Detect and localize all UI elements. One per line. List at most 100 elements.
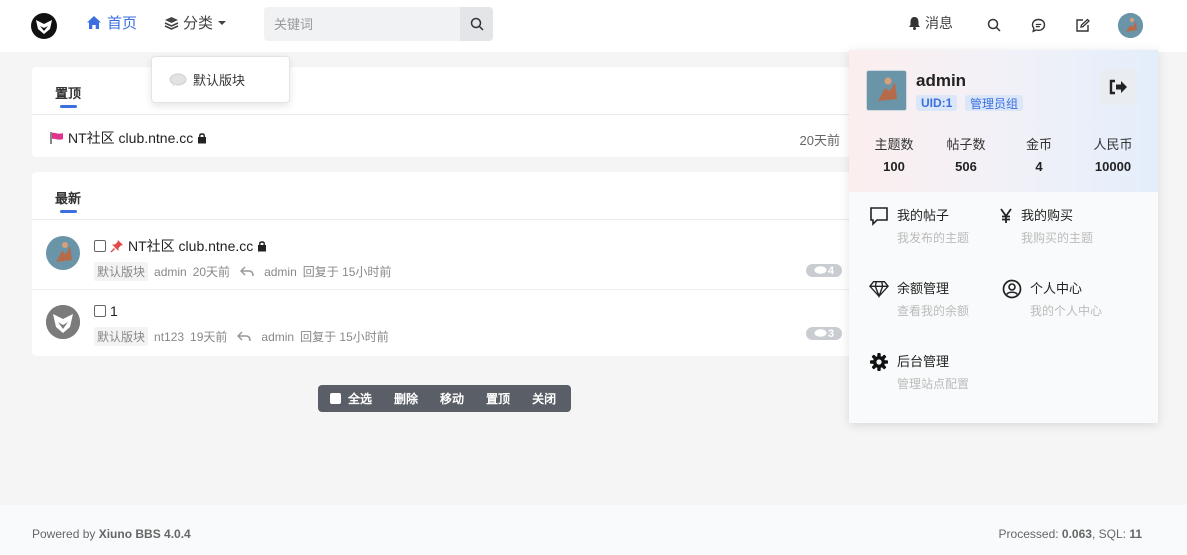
header-user-avatar[interactable] [1118,13,1143,38]
yen-icon [999,206,1013,226]
user-panel-avatar[interactable] [866,70,907,111]
moderation-toolbar: 全选 删除 移动 置顶 关闭 [318,385,571,412]
footer-processed: Processed: 0.063, SQL: 11 [999,527,1142,541]
select-all-checkbox[interactable] [330,393,341,404]
menu-my-posts[interactable]: 我的帖子我发布的主题 [869,205,969,246]
menu-title: 我的购买 [1021,208,1074,223]
footer-powered-prefix: Powered by [32,527,99,541]
flag-icon [50,132,63,144]
reply-count-badge: 3 [806,327,842,340]
top-navbar: 首页 分类 消息 [0,0,1187,52]
latest-threads-card: 最新 NT社区 club.ntne.cc 默认版块 admin 20天前 adm… [32,172,862,356]
tab-active-indicator [60,105,77,108]
sticky-thread-row[interactable]: NT社区 club.ntne.cc [50,128,207,148]
thread-forum-tag[interactable]: 默认版块 [94,327,149,346]
reply-icon [237,331,252,342]
stat-threads: 主题数 100 [864,134,924,174]
user-panel-username[interactable]: admin [916,71,966,91]
table-row: NT社区 club.ntne.cc 默认版块 admin 20天前 admin … [32,220,862,290]
user-popover-panel: admin UID:1 管理员组 主题数 100 帖子数 506 金币 4 人民币 10… [849,50,1158,423]
thread-author[interactable]: nt123 [154,330,184,344]
thread-author-avatar[interactable] [46,236,80,270]
thread-last-reply-time: 回复于 15小时前 [302,265,392,279]
lock-icon [198,133,207,144]
stat-label: 金币 [1025,137,1052,152]
thread-last-reply-user[interactable]: admin [264,265,297,279]
thread-title-link[interactable]: NT社区 club.ntne.cc [128,236,253,256]
pin-icon [110,240,123,253]
uid-badge: UID:1 [916,95,958,111]
thread-author-avatar[interactable] [46,305,80,339]
menu-admin[interactable]: 后台管理管理站点配置 [869,351,969,392]
select-all-label: 全选 [348,392,373,406]
stat-label: 人民币 [1093,137,1133,152]
logout-button[interactable] [1100,69,1137,105]
delete-button[interactable]: 删除 [394,390,418,407]
menu-subtitle: 我的个人中心 [1030,304,1103,318]
gear-icon [869,352,889,372]
search-input[interactable] [264,7,460,41]
chat-icon[interactable] [1029,16,1047,34]
menu-profile[interactable]: 个人中心 我的个人中心 [1002,278,1102,319]
menu-subtitle: 我发布的主题 [897,231,970,245]
stat-rmb: 人民币 10000 [1083,134,1143,174]
reply-count: 3 [827,327,835,340]
menu-subtitle: 我购买的主题 [1021,231,1094,245]
sticky-thread-title[interactable]: NT社区 club.ntne.cc [68,128,193,148]
forum-bubble-icon [169,73,187,86]
thread-select-checkbox[interactable] [94,240,106,252]
sign-out-icon [1109,79,1127,95]
search-button[interactable] [460,7,493,41]
thread-last-reply-time: 回复于 15小时前 [300,330,389,344]
thread-author[interactable]: admin [154,265,187,279]
reply-count: 4 [827,264,835,277]
new-post-icon[interactable] [1073,16,1091,34]
menu-title: 后台管理 [897,354,950,369]
user-panel-header: admin UID:1 管理员组 主题数 100 帖子数 506 金币 4 人民币 10… [849,50,1158,192]
menu-balance[interactable]: 余额管理 查看我的余额 [869,278,969,319]
thread-title-link[interactable]: 1 [110,303,118,319]
caret-down-icon [218,20,227,25]
bell-icon [909,17,920,30]
sticky-button[interactable]: 置顶 [486,390,510,407]
nav-category-dropdown[interactable]: 分类 [164,12,227,33]
move-button[interactable]: 移动 [440,390,464,407]
nav-home-link[interactable]: 首页 [86,12,137,33]
menu-subtitle: 管理站点配置 [897,377,970,391]
diamond-icon [869,279,889,299]
search-icon [470,17,484,31]
user-circle-icon [1002,279,1022,299]
header-search-icon[interactable] [985,16,1003,34]
thread-forum-tag[interactable]: 默认版块 [94,262,149,281]
comment-icon [814,266,827,274]
tab-latest[interactable]: 最新 [55,188,81,207]
footer-processed-label: Processed: [998,527,1062,541]
footer-powered-name[interactable]: Xiuno BBS 4.0.4 [99,527,191,541]
footer-processed-value: 0.063 [1061,527,1092,541]
thread-last-reply-user[interactable]: admin [261,330,294,344]
footer-sql-value: 11 [1129,527,1142,541]
thread-created-time: 19天前 [190,330,228,344]
comment-icon [814,329,827,337]
stat-label: 帖子数 [946,137,986,152]
menu-title: 我的帖子 [897,208,950,223]
home-icon [87,16,101,29]
thread-select-checkbox[interactable] [94,305,106,317]
close-thread-button[interactable]: 关闭 [532,390,556,407]
messages-link[interactable]: 消息 [908,13,953,33]
select-all-toggle[interactable]: 全选 [330,390,372,407]
menu-my-purchases[interactable]: 我的购买我购买的主题 [999,205,1093,246]
menu-subtitle: 查看我的余额 [897,304,970,318]
table-row: 1 默认版块 nt123 19天前 admin 回复于 15小时前 3 [32,290,862,356]
lock-icon [258,241,267,252]
messages-label: 消息 [925,15,953,31]
user-group-badge: 管理员组 [965,95,1024,111]
tab-sticky[interactable]: 置顶 [55,83,81,102]
nav-category-label: 分类 [183,15,214,32]
site-logo-icon[interactable] [30,12,58,40]
sticky-thread-time: 20天前 [799,133,840,148]
tab-active-indicator [60,210,77,213]
dropdown-item-default-forum[interactable]: 默认版块 [193,70,245,89]
stat-gold: 金币 4 [1009,134,1069,174]
stat-value: 506 [955,159,977,174]
